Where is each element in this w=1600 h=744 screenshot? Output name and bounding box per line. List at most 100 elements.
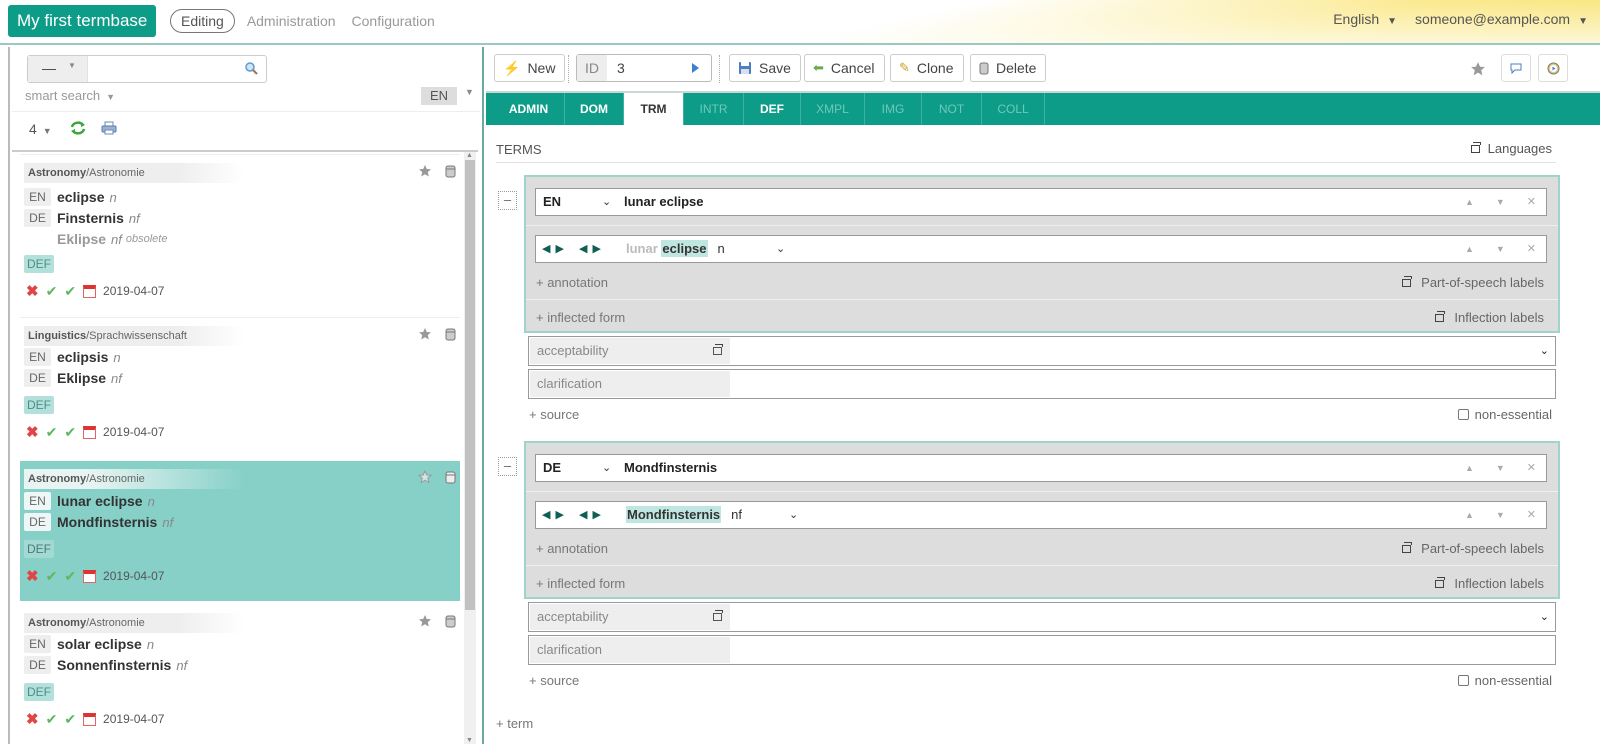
add-annotation-link[interactable]: + annotation xyxy=(536,541,608,556)
shift-left-right-icon[interactable]: ◀ ▶ xyxy=(542,243,565,255)
tab-coll[interactable]: COLL xyxy=(982,93,1045,125)
pos-labels-button[interactable]: Part-of-speech labels xyxy=(1402,275,1544,290)
tab-intr[interactable]: INTR xyxy=(684,93,744,125)
search-language[interactable]: EN xyxy=(421,87,457,105)
add-source-link[interactable]: + source xyxy=(529,673,579,688)
shift-left-right-icon[interactable]: ◀ ▶ xyxy=(542,509,565,521)
entry-item[interactable]: Astronomy/Astronomie EN solar eclipse n DE… xyxy=(20,605,460,744)
shift-left-right-icon[interactable]: ◀ ▶ xyxy=(579,243,602,255)
id-field[interactable]: ID 3 xyxy=(576,54,712,82)
list-scrollbar[interactable]: ▲ ▼ xyxy=(464,152,476,744)
add-term-link[interactable]: + term xyxy=(496,716,533,731)
checkbox[interactable] xyxy=(1457,675,1469,686)
close-icon[interactable]: ✕ xyxy=(1527,455,1536,481)
add-source-link[interactable]: + source xyxy=(529,407,579,422)
move-up-icon[interactable]: ▲ xyxy=(1465,455,1474,481)
tab-trm[interactable]: TRM xyxy=(624,93,684,125)
move-up-icon[interactable]: ▲ xyxy=(1465,236,1474,262)
non-essential-checkbox[interactable]: non-essential xyxy=(1457,407,1552,422)
move-down-icon[interactable]: ▼ xyxy=(1496,455,1505,481)
clarification-field[interactable]: clarification xyxy=(528,369,1556,399)
term-language-select[interactable]: EN xyxy=(543,189,561,215)
cancel-button[interactable]: ⬅ Cancel xyxy=(804,54,885,82)
scrollbar-thumb[interactable] xyxy=(465,160,475,610)
history-button[interactable] xyxy=(1538,54,1568,82)
move-down-icon[interactable]: ▼ xyxy=(1496,189,1505,215)
comment-button[interactable] xyxy=(1501,54,1531,82)
checkbox[interactable] xyxy=(1457,409,1469,420)
term-input[interactable]: lunar eclipse xyxy=(624,189,703,215)
ui-language-dropdown[interactable]: English ▼ xyxy=(1333,11,1397,27)
add-inflected-form-link[interactable]: + inflected form xyxy=(536,576,625,591)
close-icon[interactable]: ✕ xyxy=(1527,502,1536,528)
tab-img[interactable]: IMG xyxy=(865,93,922,125)
move-up-icon[interactable]: ▲ xyxy=(1465,189,1474,215)
languages-button[interactable]: Languages xyxy=(1470,141,1552,156)
move-up-icon[interactable]: ▲ xyxy=(1465,502,1474,528)
trash-icon[interactable] xyxy=(445,327,456,341)
tab-not[interactable]: NOT xyxy=(922,93,982,125)
star-icon[interactable] xyxy=(1470,61,1486,77)
non-essential-checkbox[interactable]: non-essential xyxy=(1457,673,1552,688)
headword-nav[interactable]: ◀ ▶ ◀ ▶ xyxy=(542,502,616,528)
pos-labels-button[interactable]: Part-of-speech labels xyxy=(1402,541,1544,556)
new-button[interactable]: ⚡ New xyxy=(494,54,566,82)
star-icon[interactable] xyxy=(418,614,432,628)
trash-icon[interactable] xyxy=(445,470,456,484)
window-icon[interactable] xyxy=(713,610,723,621)
chevron-down-icon[interactable]: ⌄ xyxy=(1540,337,1549,365)
termbase-title[interactable]: My first termbase xyxy=(8,5,157,37)
chevron-down-icon[interactable]: ⌄ xyxy=(776,236,785,262)
chevron-down-icon[interactable]: ⌄ xyxy=(602,189,611,215)
chevron-down-icon[interactable]: ⌄ xyxy=(602,455,611,481)
acceptability-select[interactable]: acceptability ⌄ xyxy=(528,336,1556,366)
trash-icon[interactable] xyxy=(445,614,456,628)
collapse-button[interactable]: – xyxy=(498,191,517,210)
star-icon[interactable] xyxy=(418,327,432,341)
nav-editing[interactable]: Editing xyxy=(170,9,235,33)
shift-left-right-icon[interactable]: ◀ ▶ xyxy=(579,509,602,521)
tab-xmpl[interactable]: XMPL xyxy=(801,93,865,125)
user-menu[interactable]: someone@example.com ▼ xyxy=(1415,11,1588,27)
pos-select-value[interactable]: n xyxy=(718,241,725,256)
chevron-down-icon[interactable]: ▼ xyxy=(465,87,474,97)
chevron-down-icon[interactable]: ⌄ xyxy=(789,502,798,528)
scroll-down-icon[interactable]: ▼ xyxy=(466,737,473,744)
go-arrow-icon[interactable] xyxy=(692,63,699,73)
search-icon[interactable] xyxy=(244,61,258,75)
tab-dom[interactable]: DOM xyxy=(565,93,624,125)
clarification-field[interactable]: clarification xyxy=(528,635,1556,665)
entry-item-selected[interactable]: Astronomy/Astronomie EN lunar eclipse n DE… xyxy=(20,461,460,601)
star-icon[interactable] xyxy=(418,164,432,178)
scroll-up-icon[interactable]: ▲ xyxy=(466,152,473,159)
term-input[interactable]: Mondfinsternis xyxy=(624,455,717,481)
inflection-labels-button[interactable]: Inflection labels xyxy=(1435,576,1544,591)
move-down-icon[interactable]: ▼ xyxy=(1496,236,1505,262)
print-icon[interactable] xyxy=(101,121,117,135)
trash-icon[interactable] xyxy=(445,164,456,178)
collapse-button[interactable]: – xyxy=(498,457,517,476)
move-down-icon[interactable]: ▼ xyxy=(1496,502,1505,528)
entry-item[interactable]: Linguistics/Sprachwissenschaft EN eclipsi… xyxy=(20,317,460,457)
delete-button[interactable]: Delete xyxy=(970,54,1047,82)
inflection-labels-button[interactable]: Inflection labels xyxy=(1435,310,1544,325)
nav-administration[interactable]: Administration xyxy=(239,10,344,32)
close-icon[interactable]: ✕ xyxy=(1527,189,1536,215)
search-scope-select[interactable]: — ▼ xyxy=(28,56,88,82)
window-icon[interactable] xyxy=(713,344,723,355)
result-count-dropdown[interactable]: 4 ▼ xyxy=(29,121,52,137)
tab-def[interactable]: DEF xyxy=(744,93,801,125)
add-annotation-link[interactable]: + annotation xyxy=(536,275,608,290)
refresh-icon[interactable] xyxy=(70,121,86,135)
chevron-down-icon[interactable]: ⌄ xyxy=(1540,603,1549,631)
term-language-select[interactable]: DE xyxy=(543,455,561,481)
star-icon[interactable] xyxy=(418,470,432,484)
search-mode-dropdown[interactable]: smart search ▼ xyxy=(25,88,115,103)
tab-admin[interactable]: ADMIN xyxy=(493,93,565,125)
nav-configuration[interactable]: Configuration xyxy=(344,10,443,32)
entry-item[interactable]: Astronomy/Astronomie EN eclipse n DE Finste… xyxy=(20,154,460,300)
pos-select-value[interactable]: nf xyxy=(731,507,742,522)
headword-nav[interactable]: ◀ ▶ ◀ ▶ xyxy=(542,236,616,262)
clone-button[interactable]: ✎ Clone xyxy=(890,54,964,82)
add-inflected-form-link[interactable]: + inflected form xyxy=(536,310,625,325)
